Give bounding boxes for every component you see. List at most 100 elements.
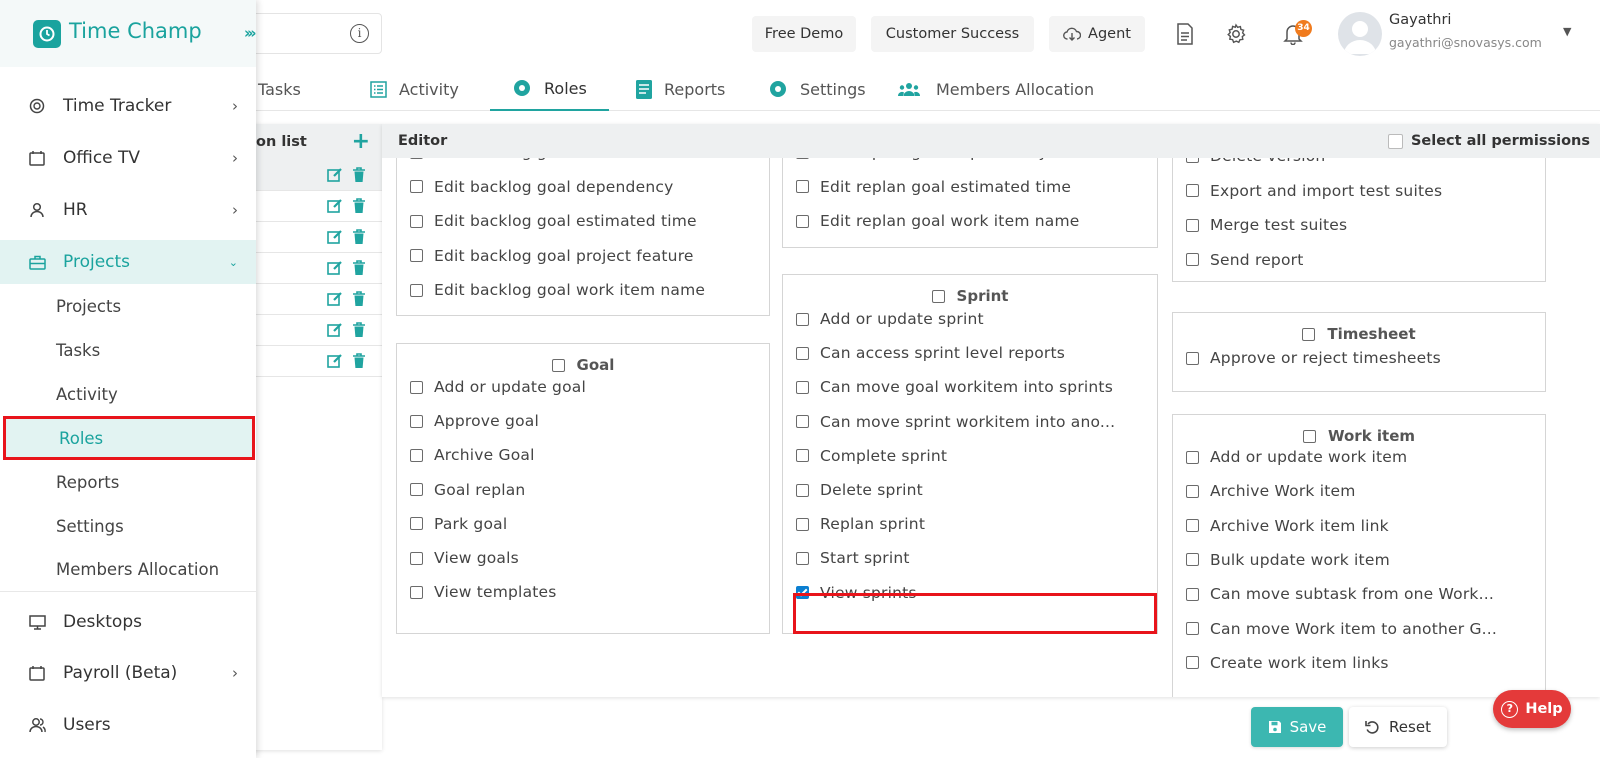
permission-item[interactable]: Complete sprint [796,447,947,465]
info-icon[interactable]: i [350,24,369,43]
tab-activity[interactable]: Activity [370,67,459,111]
permission-item[interactable]: Edit replan goal work item name [796,212,1080,230]
permission-checkbox[interactable] [410,249,423,262]
trash-icon[interactable] [352,198,366,214]
save-button[interactable]: Save [1251,707,1343,747]
permission-checkbox[interactable] [796,312,809,326]
sidebar-item-desktops[interactable]: Desktops [0,600,256,644]
permission-checkbox[interactable] [410,180,423,193]
permission-item[interactable]: Create work item links [1186,654,1389,672]
permission-item[interactable]: Approve or reject timesheets [1186,349,1441,367]
work-item-box-title[interactable]: Work item [1173,427,1545,445]
permission-checkbox[interactable] [410,214,423,228]
sidebar-item-users[interactable]: Users [0,703,256,747]
collapse-sidebar-icon[interactable]: ››› [244,24,256,42]
role-row[interactable] [250,315,382,346]
trash-icon[interactable] [352,167,366,183]
tab-reports[interactable]: Reports [636,67,725,111]
permission-item[interactable]: Edit replan goal estimated time [796,178,1071,196]
permission-item[interactable]: Edit backlog goal dependency [410,178,673,196]
permission-item[interactable]: Merge test suites [1186,216,1347,234]
sprint-box-title[interactable]: Sprint [783,287,1157,305]
role-row[interactable] [250,284,382,315]
sidebar-subitem-settings[interactable]: Settings [0,506,256,546]
permission-checkbox[interactable] [410,483,423,497]
permission-checkbox[interactable] [1186,519,1199,533]
goal-box-title[interactable]: Goal [397,356,769,374]
permission-checkbox[interactable] [796,517,809,531]
permission-item[interactable]: Add or update work item [1186,448,1407,466]
sidebar-item-payroll[interactable]: Payroll (Beta) › [0,651,256,695]
select-all-checkbox[interactable] [1387,133,1403,149]
permission-item[interactable]: Delete sprint [796,481,923,499]
sidebar-item-time-tracker[interactable]: Time Tracker › [0,84,256,128]
permission-checkbox[interactable] [1186,656,1199,670]
caret-down-icon[interactable]: ▼ [1563,25,1571,38]
permission-item[interactable]: Edit backlog goal work item name [410,281,705,299]
sidebar-subitem-activity[interactable]: Activity [0,374,256,414]
edit-icon[interactable] [327,198,343,214]
permission-item[interactable]: Start sprint [796,549,910,567]
trash-icon[interactable] [352,229,366,245]
permission-checkbox[interactable] [1186,253,1199,266]
goal-group-checkbox[interactable] [551,358,565,372]
agent-button[interactable]: Agent [1049,16,1145,52]
edit-icon[interactable] [327,291,343,307]
sidebar-item-hr[interactable]: HR › [0,188,256,232]
permission-checkbox[interactable] [410,283,423,297]
permission-item[interactable]: Edit backlog goal estimated time [410,212,697,230]
edit-icon[interactable] [327,322,343,338]
edit-icon[interactable] [327,353,343,369]
permission-checkbox[interactable] [410,414,423,428]
permission-checkbox[interactable] [410,551,423,565]
permission-item[interactable]: Edit backlog goal project feature [410,247,694,265]
permission-checkbox[interactable] [1186,484,1199,498]
permission-checkbox[interactable] [1186,553,1199,567]
tab-settings[interactable]: Settings [768,67,866,111]
sidebar-item-projects[interactable]: Projects ⌄ [0,240,256,284]
role-row[interactable] [250,346,382,377]
timesheet-box-title[interactable]: Timesheet [1173,325,1545,343]
permission-item[interactable]: Add or update sprint [796,310,984,328]
trash-icon[interactable] [352,260,366,276]
permission-item[interactable]: Can move Work item to another G... [1186,620,1497,638]
role-row[interactable] [250,253,382,284]
sidebar-subitem-members-allocation[interactable]: Members Allocation [0,549,256,589]
edit-icon[interactable] [327,260,343,276]
permission-checkbox[interactable] [1186,351,1199,365]
permission-item[interactable]: Can move goal workitem into sprints [796,378,1113,396]
permission-item[interactable]: Approve goal [410,412,539,430]
select-all-permissions-overlay[interactable]: Select all permissions [1387,133,1590,149]
permission-checkbox[interactable] [1186,622,1199,635]
permission-item[interactable]: Park goal [410,515,507,533]
sprint-group-checkbox[interactable] [931,289,945,303]
permission-item[interactable]: View goals [410,549,519,567]
permission-item[interactable]: Send report [1186,251,1304,269]
permission-checkbox[interactable] [796,214,809,228]
tab-members-allocation[interactable]: Members Allocation [898,67,1094,111]
role-row[interactable] [250,222,382,253]
permission-item[interactable]: Replan sprint [796,515,925,533]
add-role-icon[interactable]: + [352,131,370,153]
sidebar-subitem-roles[interactable]: Roles [3,416,255,460]
role-row[interactable] [250,191,382,222]
help-button[interactable]: ? Help [1493,690,1571,728]
permission-checkbox[interactable] [796,449,809,463]
tab-tasks[interactable]: Tasks [258,67,301,111]
edit-icon[interactable] [327,167,343,183]
permission-checkbox[interactable] [1186,218,1199,232]
document-icon[interactable] [1170,19,1200,49]
permission-checkbox[interactable] [410,517,423,531]
work-item-group-checkbox[interactable] [1302,429,1316,443]
role-row[interactable] [250,160,382,191]
permission-item[interactable]: Can move subtask from one Work... [1186,585,1494,603]
permission-item[interactable]: Add or update goal [410,378,586,396]
permission-item[interactable]: Bulk update work item [1186,551,1390,569]
permission-checkbox[interactable] [796,551,809,565]
permission-checkbox[interactable] [1186,587,1199,601]
permission-checkbox[interactable] [410,380,423,394]
permission-checkbox[interactable] [410,448,423,462]
permission-checkbox[interactable] [1186,450,1199,464]
free-demo-button[interactable]: Free Demo [752,16,856,52]
permission-checkbox[interactable] [796,483,809,497]
